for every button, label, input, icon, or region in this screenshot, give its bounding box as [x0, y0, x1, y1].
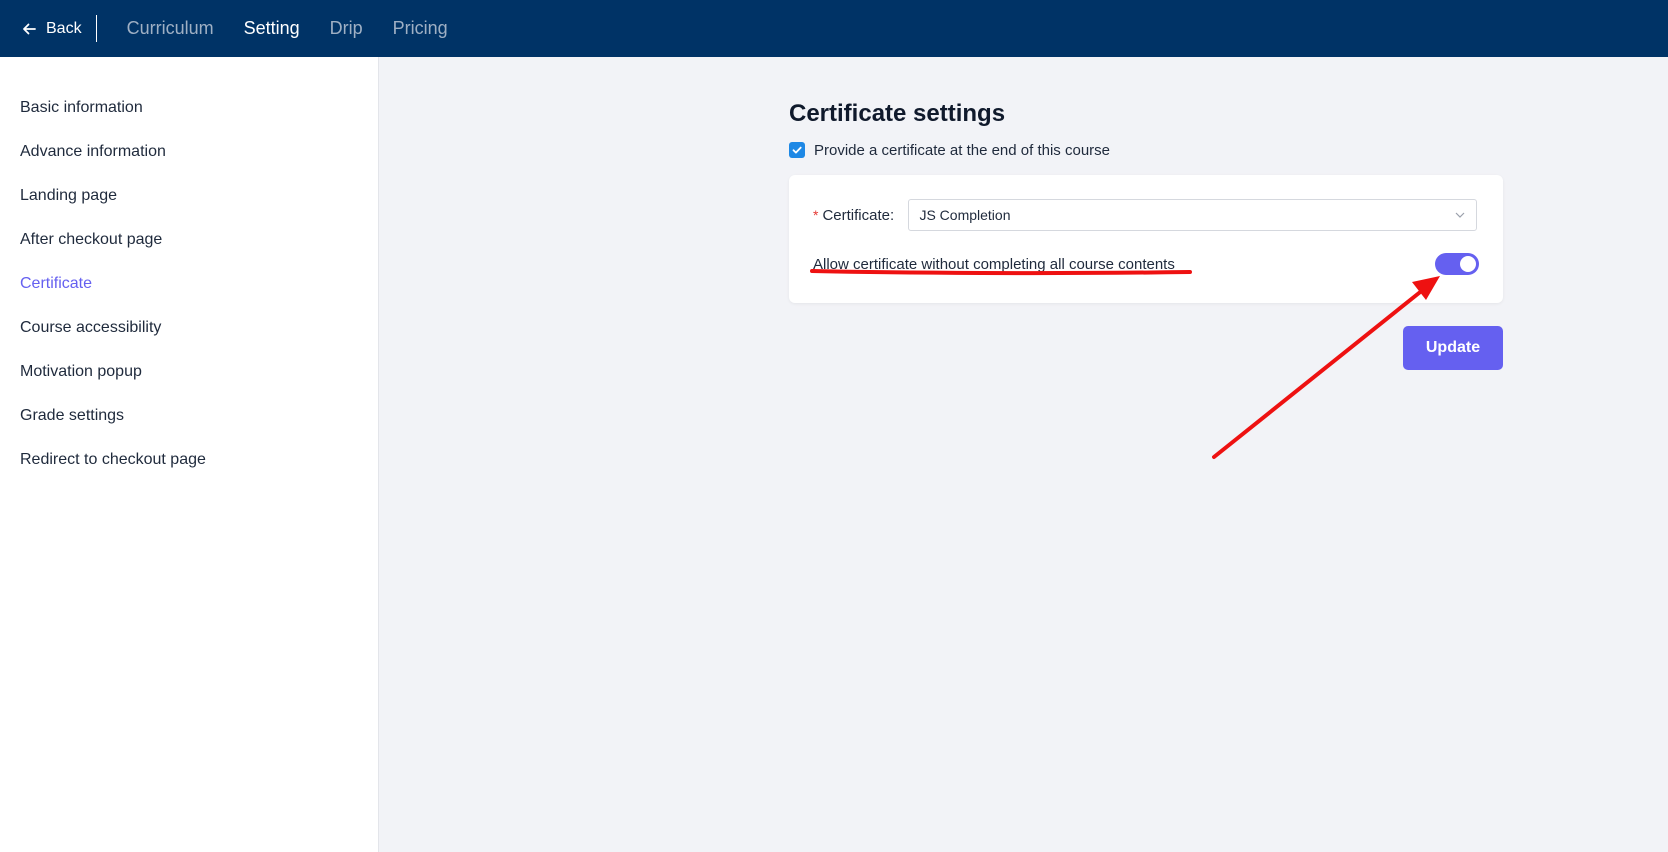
tab-curriculum[interactable]: Curriculum — [127, 18, 214, 39]
allow-certificate-row: Allow certificate without completing all… — [813, 253, 1479, 275]
allow-certificate-toggle[interactable] — [1435, 253, 1479, 275]
annotation-arrow-shaft — [1212, 287, 1426, 459]
provide-certificate-label: Provide a certificate at the end of this… — [814, 141, 1110, 159]
certificate-settings-panel: Certificate settings Provide a certifica… — [789, 99, 1503, 303]
allow-certificate-label: Allow certificate without completing all… — [813, 255, 1175, 273]
certificate-field-label: Certificate: — [822, 206, 895, 224]
sidebar-item-advance-information[interactable]: Advance information — [0, 141, 378, 185]
sidebar-item-redirect-to-checkout-page[interactable]: Redirect to checkout page — [0, 449, 378, 493]
certificate-select-value: JS Completion — [919, 207, 1011, 223]
provide-certificate-checkbox[interactable] — [789, 142, 805, 158]
sidebar-item-basic-information[interactable]: Basic information — [0, 97, 378, 141]
chevron-down-icon — [1456, 212, 1465, 218]
sidebar-item-certificate[interactable]: Certificate — [0, 273, 378, 317]
arrow-left-icon — [23, 23, 36, 34]
sidebar-item-after-checkout-page[interactable]: After checkout page — [0, 229, 378, 273]
nav-divider — [95, 15, 97, 42]
checkmark-icon — [792, 146, 802, 154]
certificate-field-row: * Certificate: JS Completion — [813, 199, 1478, 231]
tab-drip[interactable]: Drip — [330, 18, 363, 39]
update-button[interactable]: Update — [1403, 326, 1503, 370]
provide-certificate-row: Provide a certificate at the end of this… — [789, 140, 1503, 160]
certificate-card: * Certificate: JS Completion Allow certi… — [789, 175, 1503, 303]
required-mark: * — [813, 207, 819, 223]
top-tabs: Curriculum Setting Drip Pricing — [127, 18, 448, 39]
sidebar-item-grade-settings[interactable]: Grade settings — [0, 405, 378, 449]
sidebar-item-motivation-popup[interactable]: Motivation popup — [0, 361, 378, 405]
sidebar-item-landing-page[interactable]: Landing page — [0, 185, 378, 229]
tab-pricing[interactable]: Pricing — [393, 18, 448, 39]
settings-sidebar: Basic information Advance information La… — [0, 57, 379, 852]
certificate-select[interactable]: JS Completion — [908, 199, 1478, 231]
sidebar-item-course-accessibility[interactable]: Course accessibility — [0, 317, 378, 361]
back-button[interactable]: Back — [0, 0, 82, 57]
tab-setting[interactable]: Setting — [244, 18, 300, 39]
page-title: Certificate settings — [789, 100, 1006, 127]
toggle-knob — [1460, 256, 1476, 272]
top-navigation-bar: Back Curriculum Setting Drip Pricing — [0, 0, 1668, 57]
back-label: Back — [46, 19, 82, 37]
